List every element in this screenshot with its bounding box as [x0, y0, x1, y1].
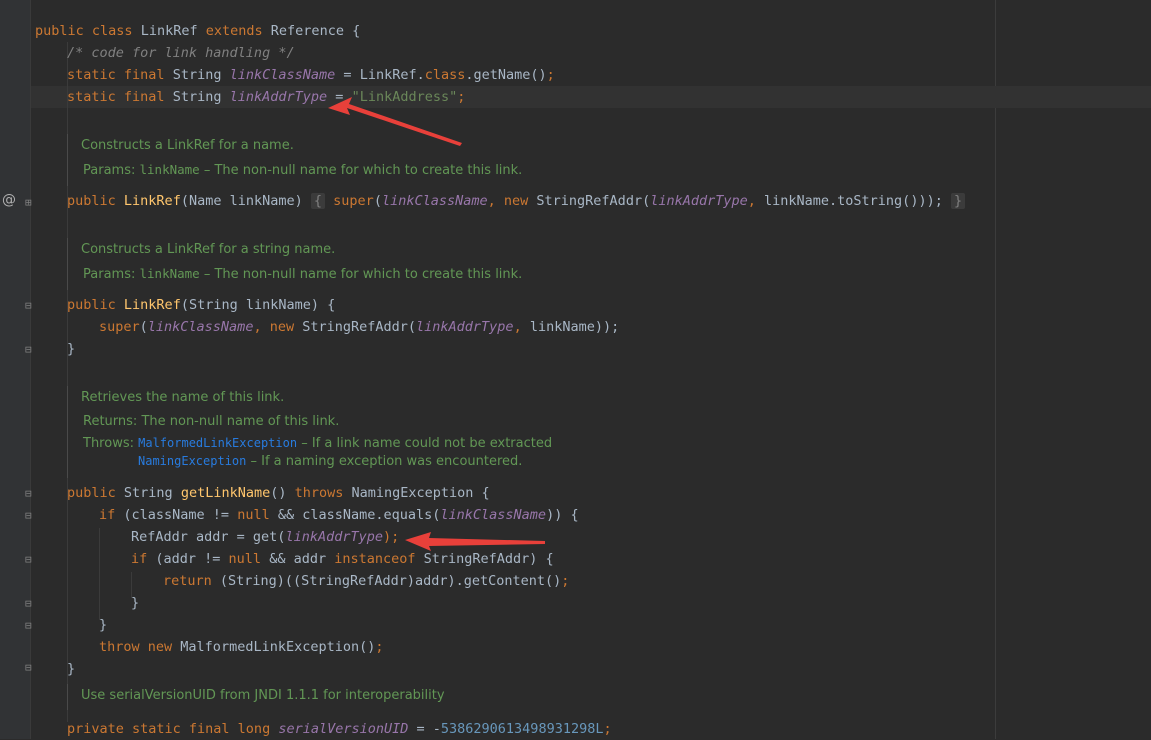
annotation-arrow: [328, 97, 462, 146]
annotation-arrow: [405, 532, 545, 551]
annotation-arrows: [328, 97, 545, 551]
